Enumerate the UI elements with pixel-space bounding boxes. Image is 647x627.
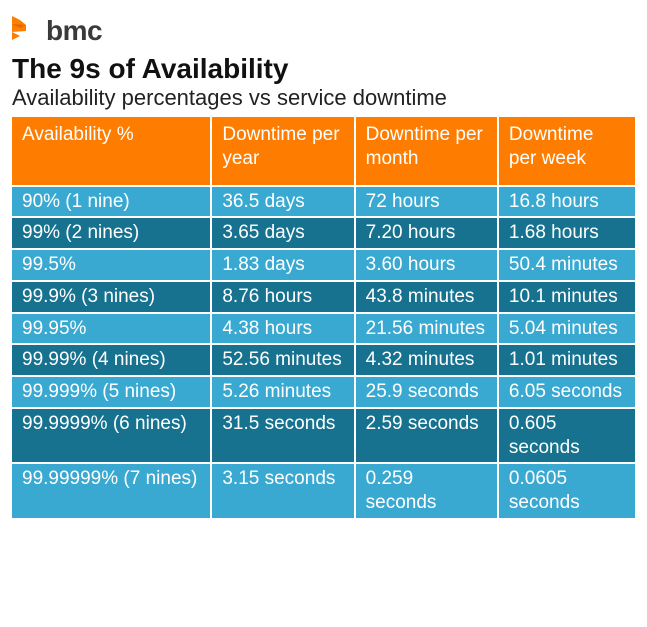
logo-text: bmc: [46, 15, 102, 47]
table-row: 99.95%4.38 hours21.56 minutes5.04 minute…: [12, 313, 635, 345]
table-row: 99.99% (4 nines)52.56 minutes4.32 minute…: [12, 344, 635, 376]
cell-downtime-year: 36.5 days: [211, 186, 354, 218]
bmc-logo-icon: [12, 12, 40, 49]
cell-availability: 99.5%: [12, 249, 211, 281]
cell-downtime-month: 4.32 minutes: [355, 344, 498, 376]
cell-downtime-year: 3.15 seconds: [211, 463, 354, 518]
table-row: 99.9999% (6 nines)31.5 seconds2.59 secon…: [12, 408, 635, 464]
cell-availability: 99% (2 nines): [12, 217, 211, 249]
col-downtime-week: Downtime per week: [498, 117, 635, 186]
table-row: 99.5%1.83 days3.60 hours50.4 minutes: [12, 249, 635, 281]
cell-downtime-month: 7.20 hours: [355, 217, 498, 249]
cell-downtime-year: 5.26 minutes: [211, 376, 354, 408]
table-header-row: Availability % Downtime per year Downtim…: [12, 117, 635, 186]
table-row: 99.99999% (7 nines)3.15 seconds0.259 sec…: [12, 463, 635, 518]
cell-downtime-month: 0.259 seconds: [355, 463, 498, 518]
cell-downtime-week: 10.1 minutes: [498, 281, 635, 313]
cell-downtime-year: 8.76 hours: [211, 281, 354, 313]
table-row: 99.999% (5 nines)5.26 minutes25.9 second…: [12, 376, 635, 408]
page-title: The 9s of Availability: [12, 53, 635, 85]
cell-downtime-month: 72 hours: [355, 186, 498, 218]
cell-downtime-week: 16.8 hours: [498, 186, 635, 218]
cell-downtime-month: 25.9 seconds: [355, 376, 498, 408]
cell-availability: 99.99% (4 nines): [12, 344, 211, 376]
cell-downtime-year: 1.83 days: [211, 249, 354, 281]
cell-downtime-month: 2.59 seconds: [355, 408, 498, 464]
cell-downtime-week: 0.0605 seconds: [498, 463, 635, 518]
col-downtime-year: Downtime per year: [211, 117, 354, 186]
availability-table: Availability % Downtime per year Downtim…: [12, 117, 635, 518]
table-row: 99% (2 nines)3.65 days7.20 hours1.68 hou…: [12, 217, 635, 249]
cell-downtime-year: 4.38 hours: [211, 313, 354, 345]
cell-downtime-month: 43.8 minutes: [355, 281, 498, 313]
cell-downtime-month: 3.60 hours: [355, 249, 498, 281]
cell-availability: 90% (1 nine): [12, 186, 211, 218]
cell-downtime-week: 5.04 minutes: [498, 313, 635, 345]
cell-availability: 99.95%: [12, 313, 211, 345]
cell-availability: 99.9% (3 nines): [12, 281, 211, 313]
cell-availability: 99.9999% (6 nines): [12, 408, 211, 464]
logo: bmc: [12, 12, 635, 49]
cell-downtime-year: 3.65 days: [211, 217, 354, 249]
cell-downtime-month: 21.56 minutes: [355, 313, 498, 345]
table-row: 90% (1 nine)36.5 days72 hours16.8 hours: [12, 186, 635, 218]
col-availability: Availability %: [12, 117, 211, 186]
cell-downtime-year: 31.5 seconds: [211, 408, 354, 464]
table-row: 99.9% (3 nines)8.76 hours43.8 minutes10.…: [12, 281, 635, 313]
cell-downtime-week: 50.4 minutes: [498, 249, 635, 281]
cell-downtime-week: 1.01 minutes: [498, 344, 635, 376]
cell-downtime-week: 6.05 seconds: [498, 376, 635, 408]
cell-downtime-week: 0.605 seconds: [498, 408, 635, 464]
page-subtitle: Availability percentages vs service down…: [12, 85, 635, 111]
cell-downtime-year: 52.56 minutes: [211, 344, 354, 376]
cell-availability: 99.99999% (7 nines): [12, 463, 211, 518]
cell-availability: 99.999% (5 nines): [12, 376, 211, 408]
col-downtime-month: Downtime per month: [355, 117, 498, 186]
cell-downtime-week: 1.68 hours: [498, 217, 635, 249]
